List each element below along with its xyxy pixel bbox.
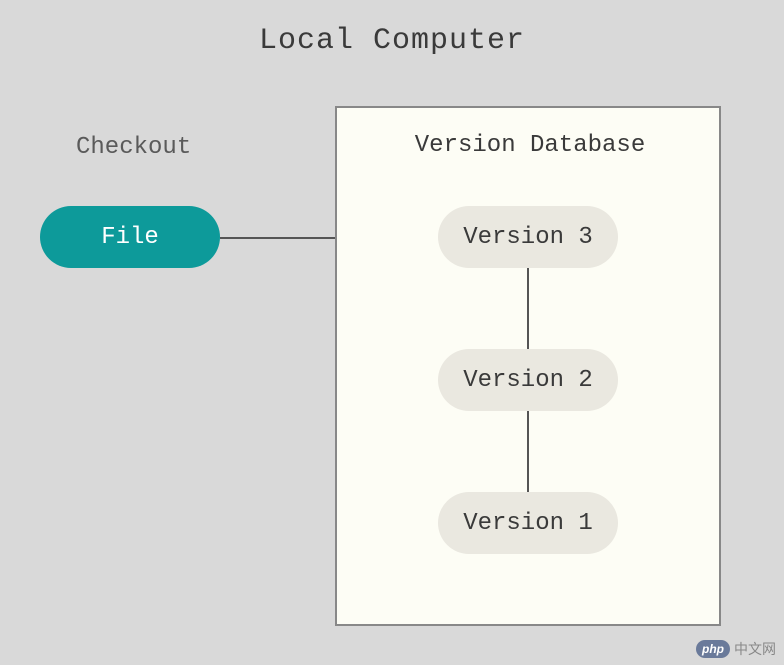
version-database-title: Version Database — [390, 132, 670, 159]
checkout-label: Checkout — [76, 134, 191, 161]
connector-v2-to-v1 — [527, 411, 529, 492]
watermark-text: 中文网 — [734, 639, 776, 659]
version-node-3: Version 3 — [438, 206, 618, 268]
version-label: Version 2 — [463, 367, 593, 394]
version-node-1: Version 1 — [438, 492, 618, 554]
connector-v3-to-v2 — [527, 268, 529, 349]
watermark: php 中文网 — [696, 639, 776, 659]
diagram-title: Local Computer — [0, 24, 784, 58]
watermark-badge: php — [696, 640, 730, 658]
version-label: Version 1 — [463, 510, 593, 537]
file-node: File — [40, 206, 220, 268]
version-label: Version 3 — [463, 224, 593, 251]
version-node-2: Version 2 — [438, 349, 618, 411]
file-node-label: File — [101, 224, 159, 251]
